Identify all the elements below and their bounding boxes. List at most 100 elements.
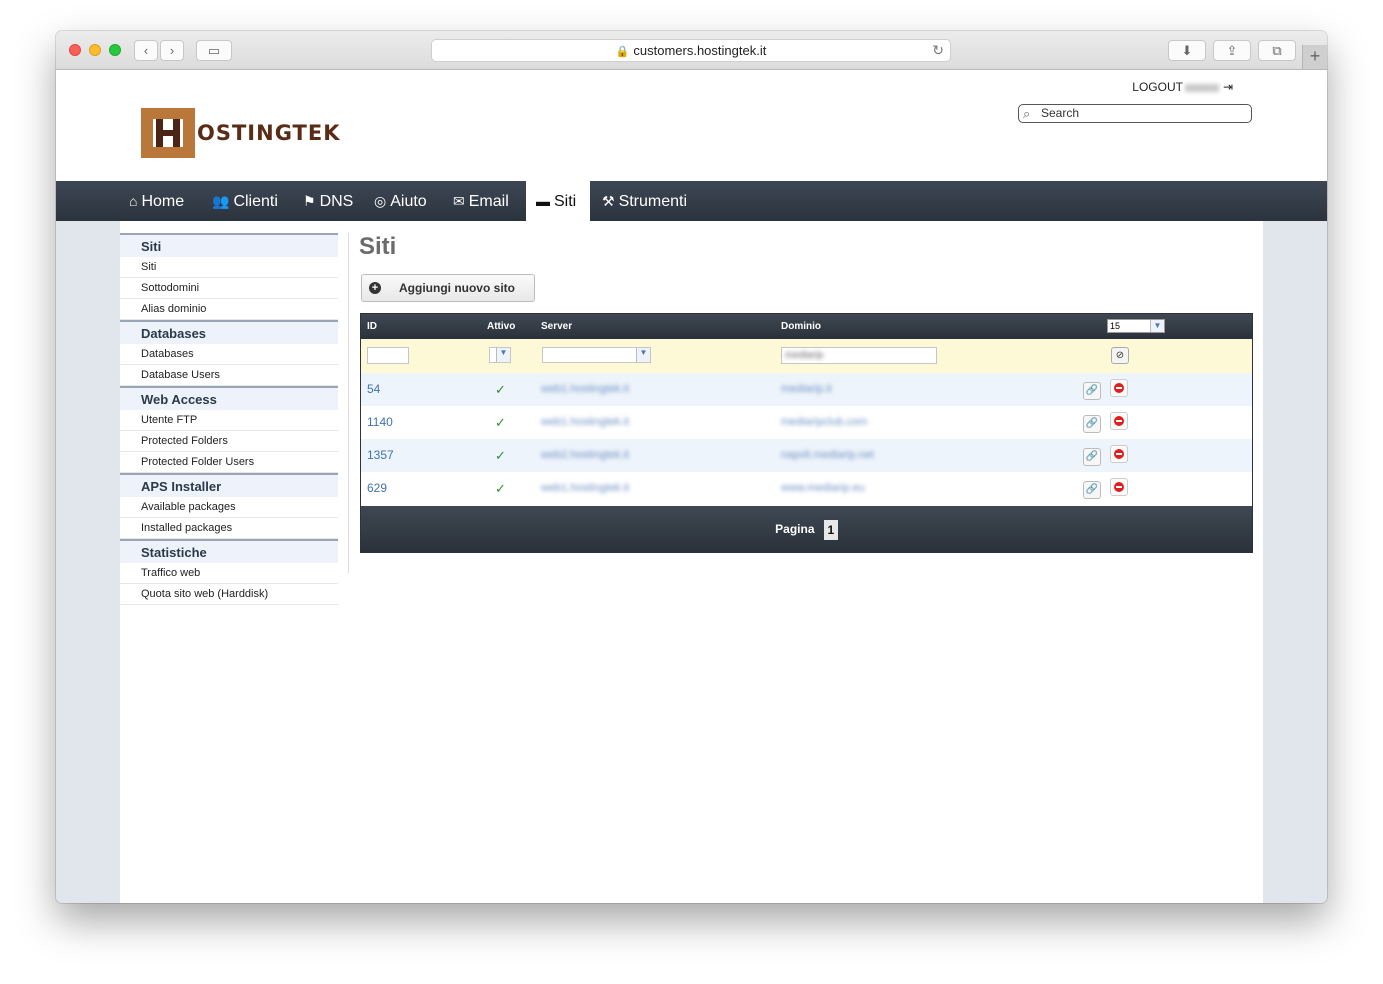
- filter-domain-input[interactable]: mediarip: [781, 347, 937, 364]
- page-title: Siti: [359, 233, 397, 260]
- sidebar-item-protected-folders[interactable]: Protected Folders: [120, 431, 338, 452]
- site-id-link[interactable]: 1140: [367, 406, 393, 439]
- sidebar-item-utente-ftp[interactable]: Utente FTP: [120, 410, 338, 431]
- search-icon: ⌕: [1023, 106, 1031, 121]
- lock-icon: 🔒: [615, 46, 630, 58]
- site-id-link[interactable]: 629: [367, 472, 387, 505]
- share-button[interactable]: ⇪: [1213, 40, 1251, 61]
- chevron-down-icon: ▼: [496, 348, 510, 362]
- sidebar-item-databases[interactable]: Databases: [120, 344, 338, 365]
- site-header: LOGOUT ⇥ ⌕ Search OSTINGTEK: [56, 70, 1327, 181]
- search-input[interactable]: ⌕ Search: [1018, 104, 1252, 123]
- minimize-window-button[interactable]: [89, 44, 101, 56]
- open-link-button[interactable]: 🔗: [1083, 448, 1101, 466]
- delete-button[interactable]: [1110, 412, 1128, 430]
- filter-server-select[interactable]: ▼: [542, 347, 651, 363]
- link-icon: 🔗: [1085, 484, 1099, 495]
- chevron-down-icon: ▼: [636, 348, 650, 362]
- domain-link[interactable]: mediarip.it: [781, 373, 832, 406]
- open-link-button[interactable]: 🔗: [1083, 481, 1101, 499]
- domain-link[interactable]: napoli.mediarip.net: [781, 439, 874, 472]
- sidebar-item-installed-packages[interactable]: Installed packages: [120, 518, 338, 539]
- table-header: ID Attivo Server Dominio 15 ▼: [361, 314, 1252, 339]
- filter-search-button[interactable]: ⊘: [1111, 347, 1129, 364]
- domain-link[interactable]: mediaripclub.com: [781, 406, 867, 439]
- column-dominio[interactable]: Dominio: [781, 314, 821, 339]
- back-button[interactable]: ‹: [134, 40, 158, 61]
- delete-button[interactable]: [1110, 445, 1128, 463]
- nav-strumenti[interactable]: ⚒ Strumenti: [602, 181, 687, 221]
- column-attivo[interactable]: Attivo: [487, 314, 515, 339]
- logo-text: OSTINGTEK: [197, 121, 341, 145]
- column-server[interactable]: Server: [541, 314, 572, 339]
- nav-siti[interactable]: ▬ Siti: [526, 181, 590, 221]
- sidebar-item-alias-dominio[interactable]: Alias dominio: [120, 299, 338, 320]
- sidebar-item-siti[interactable]: Siti: [120, 257, 338, 278]
- pagination-bar: Pagina 1: [361, 506, 1252, 552]
- sidebar-icon: ▭: [207, 43, 221, 58]
- site-id-link[interactable]: 1357: [367, 439, 394, 472]
- browser-toolbar: ‹ › ▭ 🔒 customers.hostingtek.it ↻ ⬇ ⇪ ⧉ +: [56, 31, 1327, 70]
- sidebar-section-databases: Databases: [120, 320, 338, 344]
- nav-dns[interactable]: ⚑ DNS: [303, 181, 353, 221]
- sidebar-item-database-users[interactable]: Database Users: [120, 365, 338, 386]
- open-link-button[interactable]: 🔗: [1083, 382, 1101, 400]
- sidebar: Siti Siti Sottodomini Alias dominio Data…: [120, 233, 338, 605]
- delete-icon: [1114, 482, 1124, 492]
- site-id-link[interactable]: 54: [367, 373, 380, 406]
- address-bar[interactable]: 🔒 customers.hostingtek.it ↻: [431, 39, 951, 62]
- sidebar-toggle-button[interactable]: ▭: [196, 40, 232, 61]
- server-link[interactable]: web1.hostingtek.it: [541, 406, 629, 439]
- nav-home[interactable]: ⌂ Home: [129, 181, 184, 221]
- pagination-label: Pagina: [775, 522, 815, 536]
- zoom-window-button[interactable]: [109, 44, 121, 56]
- filter-row: ▼ ▼ mediarip ⊘: [361, 339, 1252, 374]
- compass-icon: ⊘: [1115, 350, 1125, 361]
- filter-attivo-select[interactable]: ▼: [489, 347, 511, 363]
- nav-aiuto[interactable]: ◎ Aiuto: [374, 181, 427, 221]
- server-link[interactable]: web1.hostingtek.it: [541, 472, 629, 505]
- downloads-button[interactable]: ⬇: [1168, 40, 1206, 61]
- tabs-overview-button[interactable]: ⧉: [1258, 40, 1296, 61]
- sidebar-item-sottodomini[interactable]: Sottodomini: [120, 278, 338, 299]
- new-tab-button[interactable]: +: [1302, 45, 1327, 69]
- active-check-icon: ✓: [495, 448, 506, 463]
- open-link-button[interactable]: 🔗: [1083, 415, 1101, 433]
- chevron-down-icon: ▼: [1150, 320, 1164, 332]
- add-site-button[interactable]: + Aggiungi nuovo sito: [361, 274, 535, 302]
- add-site-label: Aggiungi nuovo sito: [399, 281, 515, 295]
- sidebar-section-aps-installer: APS Installer: [120, 473, 338, 497]
- sidebar-section-siti: Siti: [120, 233, 338, 257]
- table-row: 54 ✓ web1.hostingtek.it mediarip.it 🔗: [361, 373, 1252, 406]
- sidebar-item-quota-sito-web[interactable]: Quota sito web (Harddisk): [120, 584, 338, 605]
- domain-link[interactable]: www.mediarip.eu: [781, 472, 865, 505]
- content-area: Siti Siti Sottodomini Alias dominio Data…: [120, 221, 1263, 903]
- column-id[interactable]: ID: [367, 314, 377, 339]
- logout-label: LOGOUT: [1132, 80, 1183, 94]
- logout-link[interactable]: LOGOUT ⇥: [1132, 80, 1233, 94]
- server-link[interactable]: web1.hostingtek.it: [541, 373, 629, 406]
- signpost-icon: ⚑: [303, 193, 316, 209]
- close-window-button[interactable]: [69, 44, 81, 56]
- filter-id-input[interactable]: [367, 347, 409, 364]
- delete-icon: [1114, 416, 1124, 426]
- delete-icon: [1114, 383, 1124, 393]
- delete-button[interactable]: [1110, 478, 1128, 496]
- forward-button[interactable]: ›: [160, 40, 184, 61]
- username-blurred: [1184, 83, 1219, 92]
- sidebar-item-available-packages[interactable]: Available packages: [120, 497, 338, 518]
- page-1-button[interactable]: 1: [823, 519, 838, 540]
- chevron-left-icon: ‹: [143, 43, 149, 58]
- sidebar-item-protected-folder-users[interactable]: Protected Folder Users: [120, 452, 338, 473]
- table-row: 629 ✓ web1.hostingtek.it www.mediarip.eu…: [361, 472, 1252, 505]
- active-check-icon: ✓: [495, 415, 506, 430]
- nav-clienti[interactable]: 👥 Clienti: [212, 181, 278, 221]
- sidebar-item-traffico-web[interactable]: Traffico web: [120, 563, 338, 584]
- page-size-select[interactable]: 15 ▼: [1107, 319, 1165, 333]
- server-link[interactable]: web2.hostingtek.it: [541, 439, 629, 472]
- plus-circle-icon: +: [369, 282, 381, 294]
- reload-icon[interactable]: ↻: [932, 40, 944, 61]
- sidebar-section-statistiche: Statistiche: [120, 539, 338, 563]
- delete-button[interactable]: [1110, 379, 1128, 397]
- nav-email[interactable]: ✉ Email: [453, 181, 509, 221]
